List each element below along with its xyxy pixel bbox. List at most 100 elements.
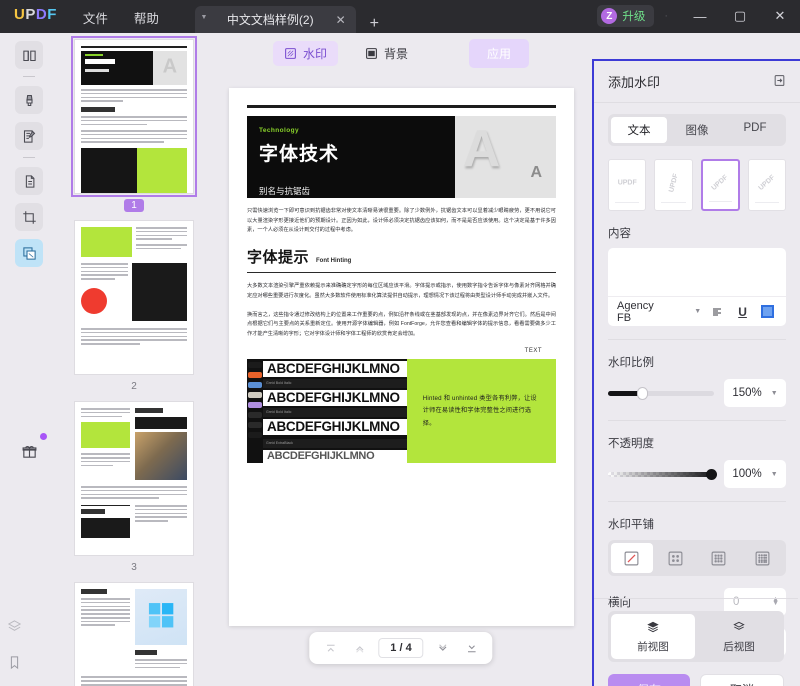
watermark-type-tabs: 文本 图像 PDF [608,114,786,146]
new-tab-button[interactable]: + [370,15,379,33]
document-viewer: 水印 背景 应用 Technolog [210,33,592,686]
specimen-alphabet-4: ABCDEFGHIJKLMNO [263,450,407,463]
tile-options [608,540,786,576]
thumbnail-item[interactable]: 1 [74,39,194,216]
underline-icon[interactable]: U [733,302,751,322]
last-page-icon[interactable] [459,635,485,661]
page-thumbnail-1[interactable] [74,39,194,194]
prev-page-icon[interactable] [346,635,372,661]
tab-background-label: 背景 [384,45,408,62]
panel-actions: 保存 取消 [608,674,784,686]
avatar: Z [601,8,617,24]
document-tab[interactable]: 中文文档样例(2) ✕ [213,6,356,33]
page-text-label: TEXT [247,348,542,354]
scale-value-select[interactable]: 150% ▼ [724,379,786,407]
color-swatch[interactable] [761,305,774,318]
tab-text[interactable]: 文本 [611,117,667,143]
bookmark-icon[interactable] [0,648,28,676]
sidebar-item-organize-pages[interactable] [15,167,43,195]
tab-image[interactable]: 图像 [669,117,725,143]
front-view-button[interactable]: 前视图 [611,614,695,659]
thumbnail-pane[interactable]: 1 [58,33,210,686]
preset-label: UPDF [618,180,637,187]
gift-icon[interactable] [15,437,43,465]
thumbnail-item[interactable]: 4 [74,582,194,686]
panel-footer: 前视图 后视图 保存 取消 [594,598,798,686]
title-bar: UPDF 文件 帮助 ▼ 中文文档样例(2) ✕ + Z 升级 · — ▢ ✕ [0,0,800,33]
sidebar-item-annotate[interactable] [15,86,43,114]
document-tab-label: 中文文档样例(2) [227,11,314,28]
page-top-rule [247,105,556,108]
thumbnail-page-number: 1 [124,199,144,212]
apply-button[interactable]: 应用 [469,39,529,68]
scale-slider[interactable] [608,391,714,396]
document-page[interactable]: Technology 字体技术 别名与抗锯齿 A A 只需快速浏览一下即可意识到… [229,88,574,626]
opacity-slider[interactable] [608,472,714,477]
minimize-icon[interactable]: — [680,0,720,32]
watermark-preset-1[interactable]: UPDF [608,159,646,211]
panel-title: 添加水印 [608,72,660,91]
next-page-icon[interactable] [430,635,456,661]
detach-panel-icon[interactable] [773,74,786,90]
thumbnail-page-number: 2 [124,380,144,393]
opacity-value-select[interactable]: 100% ▼ [724,460,786,488]
main-body: 1 [0,33,800,686]
tab-list-caret-icon[interactable]: ▼ [195,6,213,33]
page-thumbnail-2[interactable] [74,220,194,375]
chevron-down-icon: ▼ [771,390,778,397]
tile-4x4-icon[interactable] [742,543,784,573]
align-left-icon[interactable] [708,302,726,322]
view-order-options: 前视图 后视图 [608,611,784,662]
upgrade-button[interactable]: Z 升级 [597,5,654,27]
cancel-button[interactable]: 取消 [700,674,784,686]
tab-watermark[interactable]: 水印 [273,41,338,66]
page-thumbnail-4[interactable] [74,582,194,686]
close-icon[interactable]: ✕ [336,14,346,26]
save-button[interactable]: 保存 [608,674,690,686]
font-family-value[interactable]: Agency FB [617,300,666,324]
watermark-icon [284,47,297,60]
hero-image: A A [455,116,556,198]
back-view-button[interactable]: 后视图 [697,614,781,659]
chevron-down-icon[interactable]: ▼ [694,308,701,315]
sidebar-item-crop[interactable] [15,203,43,231]
app-window: UPDF 文件 帮助 ▼ 中文文档样例(2) ✕ + Z 升级 · — ▢ ✕ [0,0,800,686]
thumbnail-item[interactable]: 2 [74,220,194,397]
page-paragraph-1: 只需快速浏览一下即可意识到抗锯齿非常对使文本清晰易读很重要。除了少数例外，抗锯齿… [247,207,556,236]
tile-none-icon[interactable] [611,543,653,573]
watermark-preset-4[interactable]: UPDF [748,159,786,211]
watermark-preset-3[interactable]: UPDF [701,159,740,211]
watermark-text-input[interactable] [608,248,786,296]
thumbnail-item[interactable]: 3 [74,401,194,578]
sidebar-item-edit[interactable] [15,122,43,150]
text-color-icon[interactable] [759,302,777,322]
watermark-panel: 添加水印 文本 图像 PDF UPDF [592,59,800,686]
sidebar-item-watermark[interactable] [15,239,43,267]
page-heading-rule [247,272,556,273]
chevron-down-icon: ▼ [771,471,778,478]
menu-help[interactable]: 帮助 [134,8,159,27]
page-indicator[interactable]: 1 / 4 [378,638,423,658]
page-hero: Technology 字体技术 别名与抗锯齿 A A [247,116,556,198]
sidebar-item-reader[interactable] [15,41,43,69]
tab-pdf[interactable]: PDF [727,117,783,143]
specimen-caption-3: Greid ExtraBlack [263,439,407,448]
tab-background[interactable]: 背景 [354,41,419,66]
first-page-icon[interactable] [317,635,343,661]
tile-2x2-icon[interactable] [655,543,697,573]
hero-letter-small: A [530,164,542,182]
window-controls: Z 升级 · — ▢ ✕ [597,0,800,32]
thumbnail-page-number: 3 [124,561,144,574]
tile-label: 水印平铺 [608,516,786,532]
preset-label: UPDF [757,174,776,192]
panel-divider-1 [608,339,786,340]
layers-icon[interactable] [0,612,28,640]
watermark-preset-2[interactable]: UPDF [654,159,692,211]
maximize-icon[interactable]: ▢ [720,0,760,32]
page-thumbnail-3[interactable] [74,401,194,556]
tile-3x3-icon[interactable] [698,543,740,573]
tab-watermark-label: 水印 [303,45,327,62]
scale-value: 150% [732,387,761,399]
menu-file[interactable]: 文件 [83,8,108,27]
window-close-icon[interactable]: ✕ [760,0,800,32]
